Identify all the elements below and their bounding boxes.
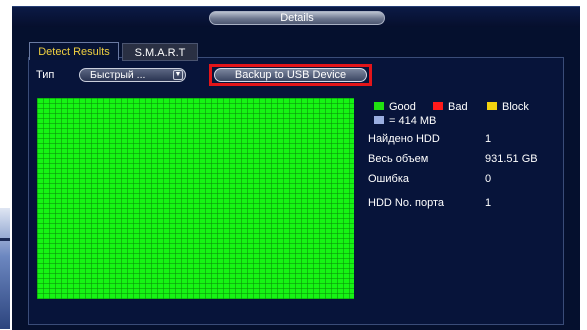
legend-good: Good [374, 101, 416, 114]
details-dialog: Details Detect Results S.M.A.R.T Тип Быс… [12, 6, 580, 330]
backup-button-label: Backup to USB Device [234, 69, 347, 81]
type-label: Тип [36, 69, 55, 81]
error-label: Ошибка [368, 173, 409, 185]
tab-detect-results[interactable]: Detect Results [29, 42, 119, 60]
legend-block: Block [487, 101, 529, 114]
total-capacity-value: 931.51 GB [485, 153, 538, 165]
type-dropdown[interactable]: Быстрый ... ▼ [79, 68, 186, 82]
disk-block-map [37, 98, 354, 299]
background-window-divider [0, 238, 10, 241]
legend-block-label: Block [502, 101, 529, 113]
chevron-down-icon[interactable]: ▼ [173, 70, 183, 80]
block-size-swatch-icon [374, 116, 384, 124]
legend-bad-label: Bad [448, 101, 468, 113]
total-capacity-label: Весь объем [368, 153, 429, 165]
hdd-port-value: 1 [485, 197, 492, 209]
hdd-found-value: 1 [485, 133, 492, 145]
backup-to-usb-button[interactable]: Backup to USB Device [214, 68, 367, 82]
legend-block-size: = 414 MB [374, 115, 436, 128]
block-swatch-icon [487, 102, 497, 110]
hdd-found-label: Найдено HDD [368, 133, 440, 145]
title-pill: Details [209, 11, 385, 25]
dialog-title: Details [280, 12, 314, 24]
legend-good-label: Good [389, 101, 416, 113]
hdd-port-label: HDD No. порта [368, 197, 445, 209]
legend-bad: Bad [433, 101, 468, 114]
good-swatch-icon [374, 102, 384, 110]
title-bar: Details [12, 7, 580, 27]
bad-swatch-icon [433, 102, 443, 110]
type-dropdown-value: Быстрый ... [90, 69, 146, 81]
background-window-edge [0, 208, 10, 329]
tab-smart[interactable]: S.M.A.R.T [122, 43, 198, 61]
legend-block-size-label: = 414 MB [389, 115, 437, 127]
error-value: 0 [485, 173, 492, 185]
